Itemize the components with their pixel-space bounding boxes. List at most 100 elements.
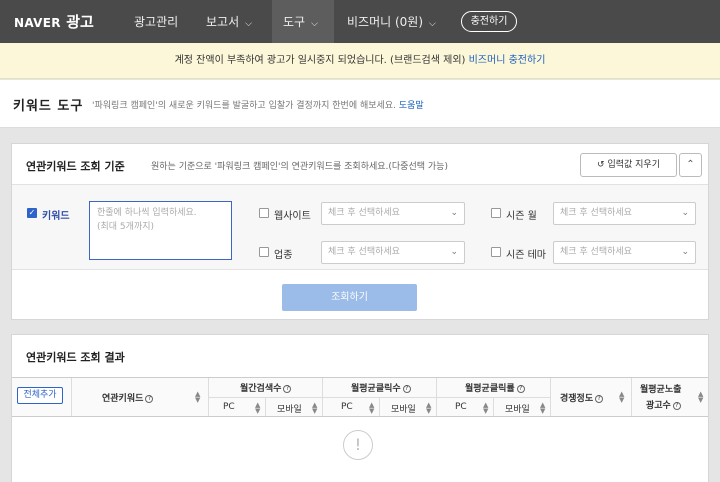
keyword-label: 키워드 — [42, 211, 70, 222]
search-criteria-title: 연관키워드 조회 기준 — [26, 160, 125, 173]
bizmoney-charge-link[interactable]: 비즈머니 충전하기 — [469, 55, 546, 66]
sort-icon[interactable]: ▲ ▼ — [619, 391, 624, 404]
season-month-label: 시즌 월 — [506, 211, 537, 222]
column-divider — [265, 397, 266, 416]
column-header-label: 월간검색수 — [240, 384, 282, 394]
column-header-label: 경쟁정도 — [560, 394, 594, 404]
logo-naver-text: NAVER — [14, 16, 61, 30]
sort-icon[interactable]: ▲ ▼ — [698, 391, 703, 404]
results-title: 연관키워드 조회 결과 — [26, 351, 125, 364]
top-navigation-bar: NAVER 광고 광고관리 보고서 ⌵ 도구 ⌵ 비즈머니 (0원) ⌵ 충전하기 — [0, 0, 720, 43]
season-theme-checkbox[interactable] — [491, 247, 501, 257]
chevron-down-icon: ⌄ — [681, 247, 689, 257]
column-header-label: 월평균클릭수 — [351, 384, 401, 394]
website-select-placeholder: 체크 후 선택하세요 — [328, 208, 400, 218]
question-icon[interactable]: ? — [595, 395, 604, 403]
website-label: 웹사이트 — [274, 211, 311, 222]
column-header-label: 월평균클릭률 — [465, 384, 515, 394]
column-header-competition[interactable]: 경쟁정도? — [560, 391, 604, 404]
column-header-label-line2: 광고수? — [646, 398, 681, 411]
industry-select[interactable]: 체크 후 선택하세요 ⌄ — [321, 241, 465, 264]
reset-button-label: 입력값 지우기 — [607, 160, 660, 170]
nav-item-bizmoney[interactable]: 비즈머니 (0원) ⌵ — [347, 13, 436, 30]
column-header-avg-clicks: 월평균클릭수? — [351, 381, 411, 394]
row-divider — [208, 397, 550, 398]
column-header-label: 월평균노출 — [640, 385, 682, 395]
reset-input-button[interactable]: ↺ 입력값 지우기 — [580, 153, 677, 177]
nav-item-reports[interactable]: 보고서 ⌵ — [206, 13, 252, 30]
sort-icon[interactable]: ▲ ▼ — [483, 402, 488, 415]
column-divider — [631, 378, 632, 416]
balance-notice-bar: 계정 잔액이 부족하여 광고가 일시중지 되었습니다. (브랜드검색 제외) 비… — [0, 43, 720, 79]
add-all-button[interactable]: 전체추가 — [17, 387, 63, 404]
search-criteria-description: 원하는 기준으로 '파워링크 캠페인'의 연관키워드를 조회하세요.(다중선택 … — [151, 162, 448, 172]
reset-icon: ↺ — [597, 160, 605, 170]
chevron-down-icon: ⌵ — [311, 19, 318, 29]
naver-ad-logo[interactable]: NAVER 광고 — [14, 11, 94, 32]
keyword-placeholder-line2: (최대 5개까지) — [97, 222, 155, 232]
website-select[interactable]: 체크 후 선택하세요 ⌄ — [321, 202, 465, 225]
question-icon[interactable]: ? — [516, 385, 525, 393]
nav-item-label: 보고서 — [206, 15, 240, 29]
season-month-checkbox[interactable] — [491, 208, 501, 218]
collapse-panel-button[interactable]: ⌃ — [679, 153, 702, 177]
keyword-textarea[interactable]: 한줄에 하나씩 입력하세요. (최대 5개까지) — [89, 201, 232, 260]
chevron-down-icon: ⌄ — [450, 208, 458, 218]
column-header-mobile[interactable]: 모바일 — [391, 402, 416, 415]
season-theme-select-placeholder: 체크 후 선택하세요 — [560, 247, 632, 257]
sort-icon[interactable]: ▲ ▼ — [426, 402, 431, 415]
page-description-text: '파워링크 캠페인'의 새로운 키워드를 발굴하고 입찰가 결정까지 한번에 해… — [92, 101, 399, 111]
sort-icon[interactable]: ▲ ▼ — [255, 402, 260, 415]
nav-item-tools[interactable]: 도구 ⌵ — [283, 13, 318, 30]
nav-item-ad-management[interactable]: 광고관리 — [134, 13, 178, 30]
season-theme-label: 시즌 테마 — [506, 250, 546, 261]
column-header-keyword[interactable]: 연관키워드? — [102, 391, 154, 404]
nav-item-label: 비즈머니 (0원) — [347, 15, 424, 29]
column-header-mobile[interactable]: 모바일 — [277, 402, 302, 415]
search-button[interactable]: 조회하기 — [282, 284, 417, 311]
column-header-avg-ad-exposure[interactable]: 월평균노출 광고수? — [640, 382, 681, 411]
sort-icon[interactable]: ▲ ▼ — [195, 391, 200, 404]
exclamation-circle-icon: ! — [343, 430, 373, 460]
column-divider — [379, 397, 380, 416]
column-header-monthly-search: 월간검색수? — [240, 381, 292, 394]
question-icon[interactable]: ? — [402, 385, 411, 393]
industry-checkbox[interactable] — [259, 247, 269, 257]
search-criteria-header: 연관키워드 조회 기준 원하는 기준으로 '파워링크 캠페인'의 연관키워드를 … — [12, 144, 708, 185]
keyword-placeholder-line1: 한줄에 하나씩 입력하세요. — [97, 208, 197, 218]
logo-ad-text: 광고 — [66, 13, 94, 31]
page-title-bar: 키워드 도구 '파워링크 캠페인'의 새로운 키워드를 발굴하고 입찰가 결정까… — [0, 80, 720, 128]
search-criteria-form: ✓ 키워드 한줄에 하나씩 입력하세요. (최대 5개까지) 웹사이트 체크 후… — [12, 185, 708, 270]
column-header-label: 광고수 — [646, 401, 671, 411]
column-header-mobile[interactable]: 모바일 — [505, 402, 530, 415]
sort-icon[interactable]: ▲ ▼ — [312, 402, 317, 415]
search-criteria-panel: 연관키워드 조회 기준 원하는 기준으로 '파워링크 캠페인'의 연관키워드를 … — [11, 143, 709, 320]
industry-select-placeholder: 체크 후 선택하세요 — [328, 247, 400, 257]
chevron-up-icon: ⌃ — [686, 159, 695, 170]
question-icon[interactable]: ? — [283, 385, 292, 393]
sort-icon[interactable]: ▲ ▼ — [540, 402, 545, 415]
chevron-down-icon: ⌄ — [681, 208, 689, 218]
website-checkbox[interactable] — [259, 208, 269, 218]
industry-label: 업종 — [274, 250, 293, 261]
question-icon[interactable]: ? — [145, 395, 154, 403]
column-header-pc[interactable]: PC — [341, 402, 353, 412]
column-header-label: 연관키워드 — [102, 394, 144, 404]
sort-icon[interactable]: ▲ ▼ — [369, 402, 374, 415]
column-divider — [550, 378, 551, 416]
chevron-down-icon: ⌵ — [429, 19, 436, 29]
keyword-checkbox[interactable]: ✓ — [27, 208, 37, 218]
question-icon[interactable]: ? — [672, 402, 681, 410]
charge-button[interactable]: 충전하기 — [461, 11, 517, 32]
season-month-select[interactable]: 체크 후 선택하세요 ⌄ — [553, 202, 696, 225]
page-description: '파워링크 캠페인'의 새로운 키워드를 발굴하고 입찰가 결정까지 한번에 해… — [92, 98, 424, 111]
column-header-pc[interactable]: PC — [223, 402, 235, 412]
help-link[interactable]: 도움말 — [399, 101, 424, 111]
season-month-select-placeholder: 체크 후 선택하세요 — [560, 208, 632, 218]
chevron-down-icon: ⌵ — [245, 19, 252, 29]
column-header-pc[interactable]: PC — [455, 402, 467, 412]
column-divider — [493, 397, 494, 416]
season-theme-select[interactable]: 체크 후 선택하세요 ⌄ — [553, 241, 696, 264]
page-title: 키워드 도구 — [13, 99, 84, 114]
nav-item-label: 도구 — [283, 15, 306, 29]
